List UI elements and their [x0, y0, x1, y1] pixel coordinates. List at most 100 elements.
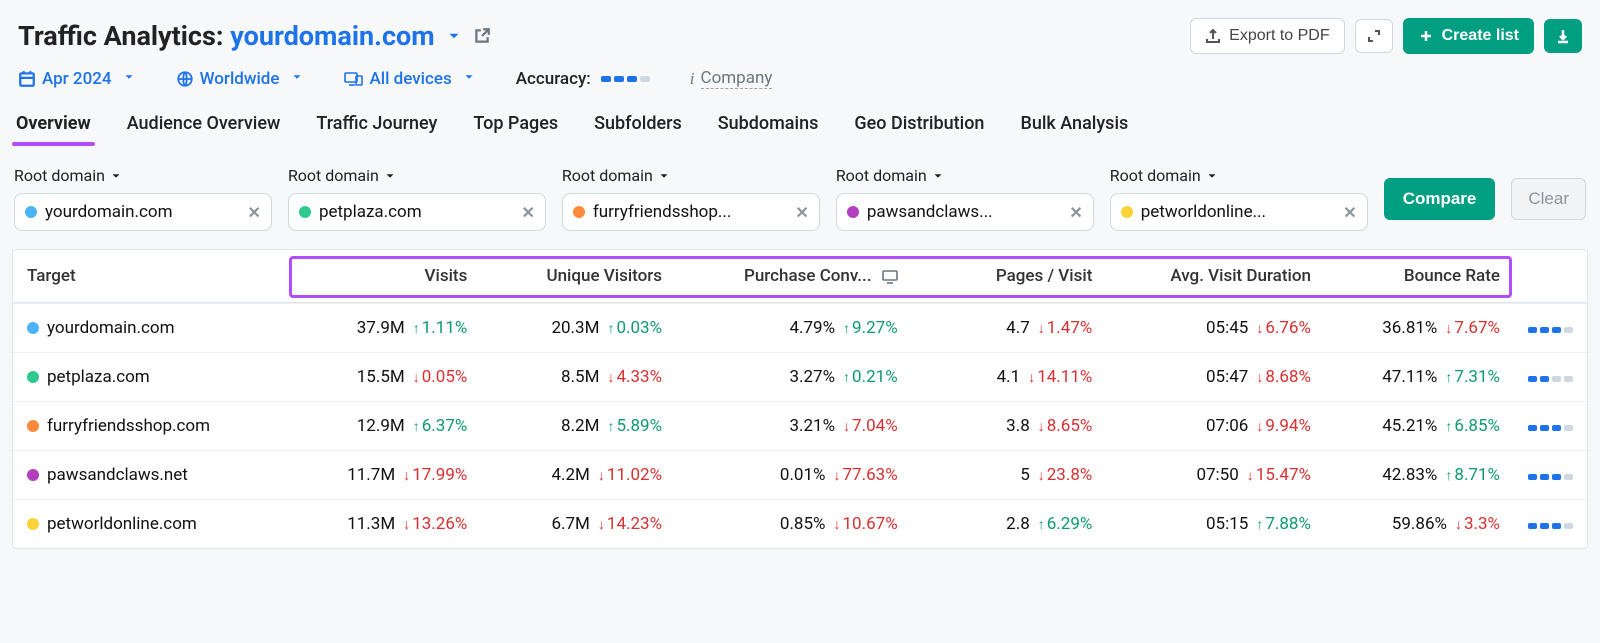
root-domain-selector[interactable]: Root domain — [14, 166, 272, 185]
download-button[interactable] — [1544, 19, 1582, 53]
root-domain-selector[interactable]: Root domain — [562, 166, 820, 185]
accuracy-label: Accuracy: — [516, 69, 591, 89]
info-icon: i — [690, 69, 695, 89]
table-row[interactable]: yourdomain.com37.9M ↑1.11%20.3M ↑0.03%4.… — [13, 304, 1587, 353]
devices-filter[interactable]: All devices — [344, 69, 476, 89]
competitor-chips-row: Root domain yourdomain.com✕ Root domain p… — [0, 146, 1600, 245]
cell-avg-duration: 05:15 ↑7.88% — [1106, 500, 1325, 549]
region-filter[interactable]: Worldwide — [176, 69, 304, 89]
create-list-label: Create list — [1442, 27, 1519, 45]
devices-filter-label: All devices — [370, 69, 452, 89]
chip-domain: petworldonline... — [1141, 202, 1336, 222]
table-row[interactable]: pawsandclaws.net11.7M ↓17.99%4.2M ↓11.02… — [13, 451, 1587, 500]
close-icon[interactable]: ✕ — [248, 203, 261, 222]
competitor-chip[interactable]: yourdomain.com✕ — [14, 193, 272, 231]
competitor-chip[interactable]: furryfriendsshop... ✕ — [562, 193, 820, 231]
cell-visits: 15.5M ↓0.05% — [287, 353, 482, 402]
target-domain: yourdomain.com — [47, 318, 175, 338]
globe-icon — [176, 70, 194, 88]
col-avg-visit-duration[interactable]: Avg. Visit Duration — [1106, 250, 1325, 303]
compare-button[interactable]: Compare — [1384, 178, 1496, 220]
plus-icon — [1418, 28, 1434, 44]
expand-icon — [1366, 28, 1382, 44]
color-dot-icon — [847, 206, 859, 218]
cell-purchase-conv: 0.85% ↓10.67% — [676, 500, 912, 549]
calendar-icon — [18, 70, 36, 88]
chevron-down-icon — [462, 69, 476, 89]
cell-visits: 12.9M ↑6.37% — [287, 402, 482, 451]
col-unique-visitors[interactable]: Unique Visitors — [481, 250, 676, 303]
close-icon[interactable]: ✕ — [795, 203, 808, 222]
close-icon[interactable]: ✕ — [1343, 203, 1356, 222]
cell-bounce-rate: 45.21% ↑6.85% — [1325, 402, 1514, 451]
download-icon — [1555, 28, 1571, 44]
root-domain-selector[interactable]: Root domain — [836, 166, 1094, 185]
col-purchase-conv-[interactable]: Purchase Conv... — [676, 250, 912, 303]
title-prefix: Traffic Analytics: — [18, 20, 230, 52]
root-domain-selector[interactable]: Root domain — [288, 166, 546, 185]
date-filter[interactable]: Apr 2024 — [18, 69, 136, 89]
color-dot-icon — [27, 469, 39, 481]
accuracy-bars-icon — [1528, 376, 1573, 382]
color-dot-icon — [27, 420, 39, 432]
clear-button[interactable]: Clear — [1511, 178, 1586, 220]
expand-button[interactable] — [1355, 19, 1393, 53]
color-dot-icon — [25, 206, 37, 218]
root-domain-selector[interactable]: Root domain — [1110, 166, 1368, 185]
col-target[interactable]: Target — [13, 250, 287, 303]
col-bounce-rate[interactable]: Bounce Rate — [1325, 250, 1514, 303]
accuracy-bars-icon — [1528, 425, 1573, 431]
tab-geo-distribution[interactable]: Geo Distribution — [850, 105, 988, 146]
tab-traffic-journey[interactable]: Traffic Journey — [312, 105, 441, 146]
target-domain: furryfriendsshop.com — [47, 416, 210, 436]
cell-accuracy — [1514, 353, 1587, 402]
metrics-table: TargetVisitsUnique VisitorsPurchase Conv… — [12, 249, 1588, 549]
close-icon[interactable]: ✕ — [521, 203, 534, 222]
tab-overview[interactable]: Overview — [12, 105, 95, 146]
create-list-button[interactable]: Create list — [1403, 18, 1534, 54]
competitor-chip[interactable]: pawsandclaws...✕ — [836, 193, 1094, 231]
chevron-down-icon — [931, 169, 945, 183]
tab-subfolders[interactable]: Subfolders — [590, 105, 686, 146]
tab-top-pages[interactable]: Top Pages — [469, 105, 562, 146]
cell-pages-per-visit: 4.7 ↓1.47% — [912, 304, 1107, 353]
cell-accuracy — [1514, 500, 1587, 549]
cell-avg-duration: 05:45 ↓6.76% — [1106, 304, 1325, 353]
title-domain[interactable]: yourdomain.com — [230, 20, 434, 52]
table-row[interactable]: furryfriendsshop.com 12.9M ↑6.37%8.2M ↑5.… — [13, 402, 1587, 451]
tab-bulk-analysis[interactable]: Bulk Analysis — [1016, 105, 1132, 146]
col-accuracy-bars — [1514, 250, 1587, 303]
col-visits[interactable]: Visits — [287, 250, 482, 303]
table-row[interactable]: petplaza.com15.5M ↓0.05%8.5M ↓4.33%3.27%… — [13, 353, 1587, 402]
accuracy-bars-icon — [1528, 474, 1573, 480]
cell-avg-duration: 07:50 ↓15.47% — [1106, 451, 1325, 500]
domain-chevron-down-icon[interactable] — [445, 27, 463, 45]
cell-bounce-rate: 47.11% ↑7.31% — [1325, 353, 1514, 402]
color-dot-icon — [1121, 206, 1133, 218]
devices-icon — [344, 70, 364, 88]
competitor-chip[interactable]: petworldonline... ✕ — [1110, 193, 1368, 231]
company-link[interactable]: i Company — [690, 68, 773, 89]
table-row[interactable]: petworldonline.com11.3M ↓13.26%6.7M ↓14.… — [13, 500, 1587, 549]
close-icon[interactable]: ✕ — [1069, 203, 1082, 222]
cell-pages-per-visit: 4.1 ↓14.11% — [912, 353, 1107, 402]
tab-subdomains[interactable]: Subdomains — [714, 105, 823, 146]
target-domain: pawsandclaws.net — [47, 465, 188, 485]
chip-domain: furryfriendsshop... — [593, 202, 788, 222]
cell-purchase-conv: 3.27% ↑0.21% — [676, 353, 912, 402]
export-pdf-button[interactable]: Export to PDF — [1190, 18, 1344, 54]
tab-audience-overview[interactable]: Audience Overview — [123, 105, 285, 146]
cell-bounce-rate: 59.86% ↓3.3% — [1325, 500, 1514, 549]
tabs: Overview Audience Overview Traffic Journey… — [0, 105, 1600, 146]
cell-accuracy — [1514, 402, 1587, 451]
accuracy-bars-icon — [1528, 523, 1573, 529]
color-dot-icon — [299, 206, 311, 218]
col-pages-visit[interactable]: Pages / Visit — [912, 250, 1107, 303]
cell-bounce-rate: 42.83% ↑8.71% — [1325, 451, 1514, 500]
export-pdf-label: Export to PDF — [1229, 27, 1329, 45]
cell-pages-per-visit: 2.8 ↑6.29% — [912, 500, 1107, 549]
competitor-chip[interactable]: petplaza.com✕ — [288, 193, 546, 231]
cell-unique-visitors: 8.2M ↑5.89% — [481, 402, 676, 451]
cell-unique-visitors: 6.7M ↓14.23% — [481, 500, 676, 549]
external-link-icon[interactable] — [473, 27, 491, 45]
